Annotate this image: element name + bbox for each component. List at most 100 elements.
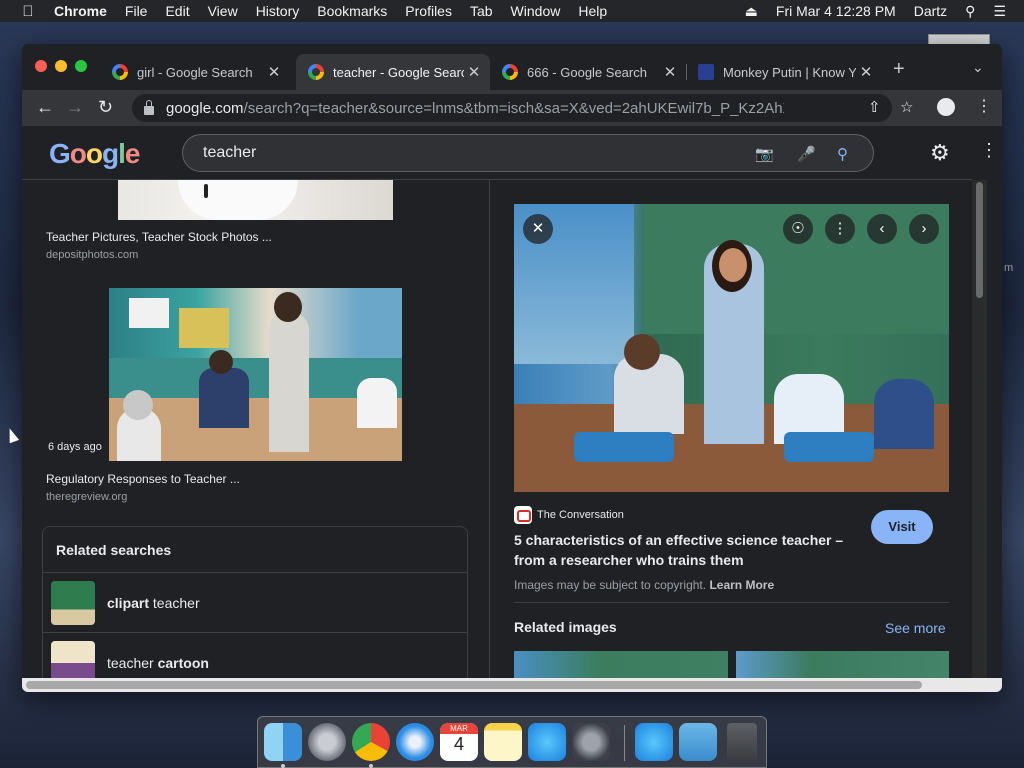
scroll-thumb[interactable] xyxy=(976,182,983,298)
related-searches-heading: Related searches xyxy=(43,527,467,573)
search-icon[interactable]: ⚲ xyxy=(837,145,848,163)
chrome-icon[interactable] xyxy=(352,723,390,761)
close-preview-icon[interactable]: ✕ xyxy=(523,214,553,244)
vertical-scrollbar[interactable] xyxy=(972,180,987,692)
menu-file[interactable]: File xyxy=(125,3,148,19)
google-header: Google teacher 📷 🎤 ⚲ ⚙ ⋮ xyxy=(22,126,998,180)
new-tab-icon[interactable]: + xyxy=(893,58,905,81)
finder-icon[interactable] xyxy=(264,723,302,761)
learn-more-link[interactable]: Learn More xyxy=(709,578,774,592)
app-store-icon-2[interactable] xyxy=(635,723,673,761)
logo-letter: G xyxy=(49,138,71,169)
minimize-window-button[interactable] xyxy=(55,60,67,72)
result-title[interactable]: Teacher Pictures, Teacher Stock Photos .… xyxy=(46,230,272,244)
close-tab-icon[interactable]: ✕ xyxy=(464,63,484,81)
google-logo[interactable]: Google xyxy=(49,138,141,170)
forward-arrow-icon[interactable]: → xyxy=(66,97,84,118)
profile-avatar-icon[interactable] xyxy=(937,98,955,116)
more-options-icon[interactable]: ⋮ xyxy=(825,214,855,244)
lock-icon[interactable] xyxy=(144,99,154,115)
browser-toolbar: ← → ↻ google.com /search?q=teacher&sourc… xyxy=(22,90,1002,126)
google-images-page: Google teacher 📷 🎤 ⚲ ⚙ ⋮ Teacher Picture… xyxy=(22,126,1002,692)
previous-image-icon[interactable]: ‹ xyxy=(867,214,897,244)
apps-dots-icon[interactable]: ⋮ xyxy=(980,140,998,161)
kym-icon xyxy=(698,64,714,80)
preview-image[interactable]: ✕ ☉ ⋮ ‹ › xyxy=(514,204,949,492)
logo-letter: e xyxy=(124,138,141,169)
result-image-teacher-stock[interactable] xyxy=(118,180,393,220)
chrome-window: girl - Google Search ✕ teacher - Google … xyxy=(22,44,1002,692)
close-tab-icon[interactable]: ✕ xyxy=(856,63,876,81)
tab-monkey-putin[interactable]: Monkey Putin | Know Your Meme ✕ xyxy=(686,54,882,90)
menu-help[interactable]: Help xyxy=(578,3,607,19)
spotlight-search-icon[interactable]: ⚲ xyxy=(965,3,975,20)
tab-666-search[interactable]: 666 - Google Search ✕ xyxy=(490,54,686,90)
tab-label: girl - Google Search xyxy=(137,64,253,80)
safari-icon[interactable] xyxy=(396,723,434,761)
logo-letter: o xyxy=(69,138,87,169)
scroll-thumb[interactable] xyxy=(26,681,922,689)
share-icon[interactable]: ⇧ xyxy=(868,98,881,116)
zoom-window-button[interactable] xyxy=(75,60,87,72)
menu-tab[interactable]: Tab xyxy=(470,3,493,19)
copyright-notice: Images may be subject to copyright. Lear… xyxy=(514,578,774,592)
tab-girl-search[interactable]: girl - Google Search ✕ xyxy=(100,54,290,90)
system-preferences-icon[interactable] xyxy=(572,723,610,761)
see-more-link[interactable]: See more xyxy=(885,620,946,636)
calendar-icon[interactable]: MAR 4 xyxy=(440,723,478,761)
menu-bookmarks[interactable]: Bookmarks xyxy=(317,3,387,19)
menu-history[interactable]: History xyxy=(256,3,300,19)
trash-icon[interactable] xyxy=(727,723,757,761)
visit-button[interactable]: Visit xyxy=(871,510,933,544)
camera-icon[interactable]: 📷 xyxy=(755,145,774,163)
close-tab-icon[interactable]: ✕ xyxy=(264,63,284,81)
preview-title[interactable]: 5 characteristics of an effective scienc… xyxy=(514,530,854,570)
lens-search-icon[interactable]: ☉ xyxy=(783,214,813,244)
google-g-icon xyxy=(308,64,324,80)
menubar-clock[interactable]: Fri Mar 4 12:28 PM xyxy=(776,3,896,19)
launchpad-icon[interactable] xyxy=(308,723,346,761)
chrome-menu-icon[interactable]: ⋮ xyxy=(976,96,992,116)
preview-source-name: The Conversation xyxy=(537,509,624,521)
related-lead: teacher xyxy=(107,655,158,671)
menu-edit[interactable]: Edit xyxy=(165,3,189,19)
result-image-classroom-masks[interactable] xyxy=(109,288,402,461)
mac-menubar:  Chrome File Edit View History Bookmark… xyxy=(0,0,1024,22)
related-images-heading: Related images xyxy=(514,619,617,635)
tab-search-chevron-icon[interactable]: ⌄ xyxy=(972,59,984,76)
settings-gear-icon[interactable]: ⚙ xyxy=(930,140,950,166)
downloads-folder-icon[interactable] xyxy=(679,723,717,761)
apple-icon[interactable]:  xyxy=(18,3,38,20)
control-center-icon[interactable]: ☰ xyxy=(993,3,1006,20)
menubar-user[interactable]: Dartz xyxy=(914,3,947,19)
result-domain[interactable]: depositphotos.com xyxy=(46,249,138,261)
close-tab-icon[interactable]: ✕ xyxy=(660,63,680,81)
menu-view[interactable]: View xyxy=(208,3,238,19)
app-store-icon[interactable] xyxy=(528,723,566,761)
tab-label: 666 - Google Search xyxy=(527,64,647,80)
dock-separator xyxy=(624,725,625,761)
eject-icon[interactable]: ⏏ xyxy=(745,3,758,20)
menu-window[interactable]: Window xyxy=(511,3,561,19)
result-title[interactable]: Regulatory Responses to Teacher ... xyxy=(46,472,240,486)
horizontal-scrollbar[interactable] xyxy=(22,678,1002,692)
microphone-icon[interactable]: 🎤 xyxy=(797,145,816,163)
menu-app-name[interactable]: Chrome xyxy=(54,3,107,19)
close-window-button[interactable] xyxy=(35,60,47,72)
preview-source[interactable]: The Conversation xyxy=(514,506,624,524)
next-image-icon[interactable]: › xyxy=(909,214,939,244)
related-search-clipart-teacher[interactable]: clipart teacher xyxy=(43,573,467,633)
related-bold: clipart xyxy=(107,594,150,611)
related-searches-card: Related searches clipart teacher teacher… xyxy=(42,526,468,692)
menu-profiles[interactable]: Profiles xyxy=(405,3,452,19)
reload-icon[interactable]: ↻ xyxy=(98,97,113,118)
notes-icon[interactable] xyxy=(484,723,522,761)
tab-teacher-search[interactable]: teacher - Google Search ✕ xyxy=(296,54,490,90)
address-bar[interactable]: google.com /search?q=teacher&source=lnms… xyxy=(132,94,892,122)
logo-letter: o xyxy=(85,138,103,169)
calendar-day: 4 xyxy=(453,734,464,754)
bookmark-star-icon[interactable]: ☆ xyxy=(900,98,913,116)
back-arrow-icon[interactable]: ← xyxy=(36,97,54,118)
result-domain[interactable]: theregreview.org xyxy=(46,491,127,503)
search-box[interactable]: teacher 📷 🎤 ⚲ xyxy=(182,134,874,172)
